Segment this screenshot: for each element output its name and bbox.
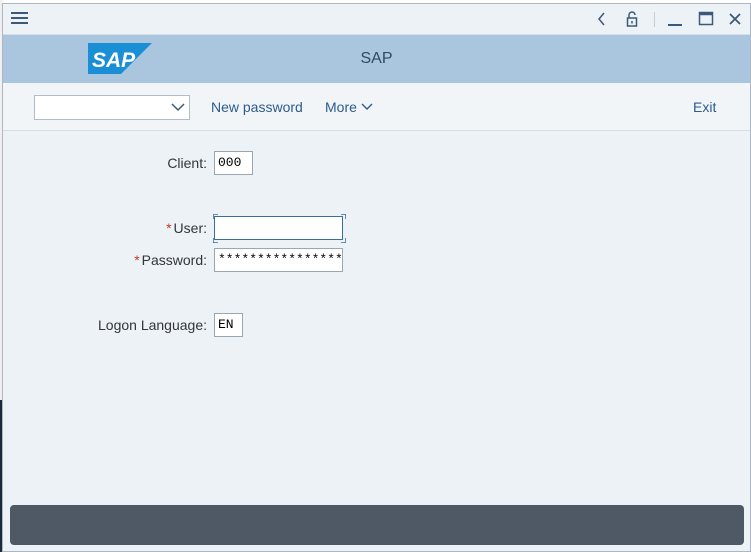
more-label: More bbox=[325, 99, 357, 115]
back-icon[interactable] bbox=[591, 8, 613, 30]
user-label-text: User: bbox=[173, 220, 207, 236]
password-label-text: Password: bbox=[141, 252, 207, 268]
status-bar bbox=[10, 505, 744, 545]
user-input[interactable] bbox=[214, 216, 343, 240]
maximize-icon[interactable] bbox=[695, 8, 717, 30]
logon-language-input[interactable]: EN bbox=[214, 313, 243, 337]
sap-logo: SAP bbox=[88, 43, 152, 74]
lock-icon[interactable] bbox=[621, 8, 643, 30]
more-menu-button[interactable]: More bbox=[325, 99, 373, 115]
logon-language-label: Logon Language: bbox=[98, 317, 207, 333]
logon-form: Client: 000 * User: * Password: **********… bbox=[3, 132, 750, 504]
sap-logon-window: SAP SAP New password More Exit Client: 0… bbox=[2, 3, 751, 552]
user-label: * User: bbox=[113, 220, 207, 236]
exit-button[interactable]: Exit bbox=[693, 99, 716, 115]
required-marker: * bbox=[134, 252, 140, 268]
close-icon[interactable] bbox=[724, 8, 746, 30]
toolbar: New password More Exit bbox=[3, 83, 750, 131]
title-bar bbox=[3, 4, 750, 35]
password-input[interactable]: **************** bbox=[214, 248, 343, 272]
client-label: Client: bbox=[167, 155, 207, 171]
client-input[interactable]: 000 bbox=[214, 151, 253, 175]
password-label: * Password: bbox=[93, 252, 207, 268]
required-marker: * bbox=[166, 220, 172, 236]
new-password-button[interactable]: New password bbox=[211, 99, 303, 115]
app-header: SAP SAP bbox=[3, 35, 750, 83]
command-dropdown[interactable] bbox=[34, 95, 190, 120]
hamburger-menu-icon[interactable] bbox=[11, 12, 28, 26]
chevron-down-icon bbox=[171, 103, 185, 112]
title-bar-separator bbox=[654, 12, 655, 27]
minimize-icon[interactable] bbox=[664, 8, 686, 30]
svg-text:SAP: SAP bbox=[92, 49, 136, 72]
chevron-down-icon bbox=[361, 103, 373, 110]
